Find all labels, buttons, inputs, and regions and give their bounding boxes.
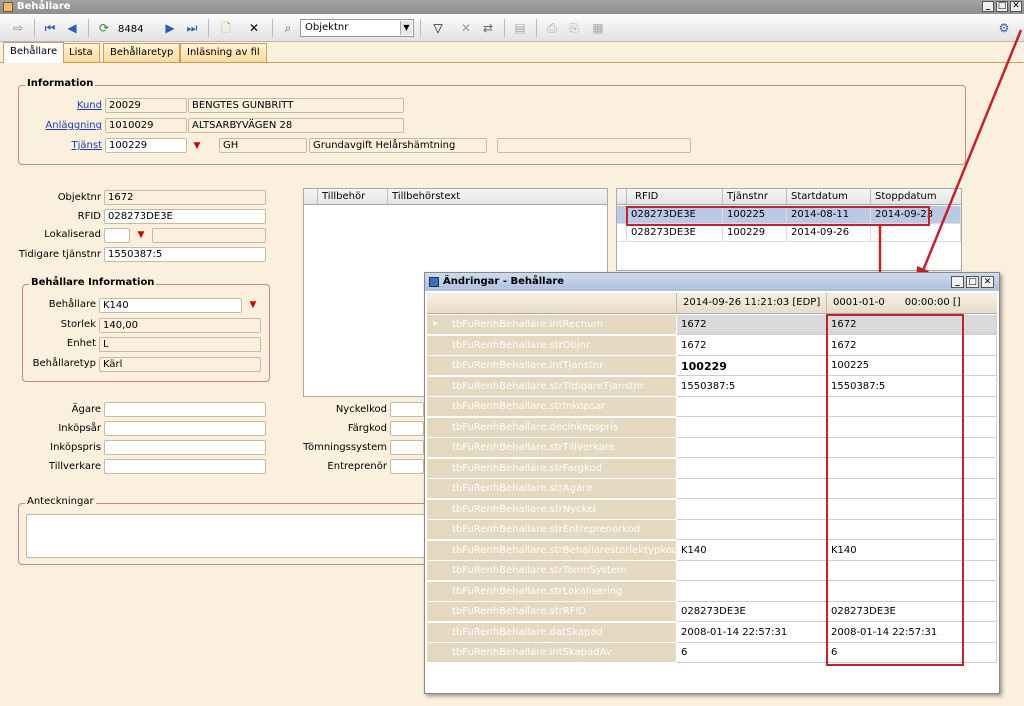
current-row-icon: ▸: [433, 318, 439, 329]
field-name-cell: tbFuRenhBehallare.strInkopsar: [427, 397, 677, 417]
highlight-old-column: [826, 314, 964, 666]
field-name-cell: tbFuRenhBehallare.intTjanstnr: [427, 356, 677, 376]
new-value-cell: 2008-01-14 22:57:31: [677, 622, 827, 643]
field-name-cell: tbFuRenhBehallare.strTomnSystem: [427, 561, 677, 581]
field-name-cell: tbFuRenhBehallare.strTidigareTjanstnr: [427, 376, 677, 397]
field-name-cell: tbFuRenhBehallare.decInkopspris: [427, 417, 677, 438]
changes-col-field: [427, 293, 677, 314]
field-name-cell: tbFuRenhBehallare.strBehallarestorlektyp…: [427, 540, 677, 561]
changes-col-new[interactable]: 2014-09-26 11:21:03 [EDP]: [677, 293, 827, 314]
new-value-cell: [677, 438, 827, 458]
new-value-cell: [677, 479, 827, 499]
field-name-cell: tbFuRenhBehallare.intRecnum: [427, 315, 677, 335]
new-value-cell: 028273DE3E: [677, 602, 827, 622]
field-name-cell: tbFuRenhBehallare.strObjnr: [427, 335, 677, 356]
new-value-cell: [677, 561, 827, 581]
field-name-cell: tbFuRenhBehallare.datSkapad: [427, 622, 677, 643]
new-value-cell: [677, 581, 827, 602]
new-value-cell: 1672: [677, 335, 827, 356]
field-name-cell: tbFuRenhBehallare.strEntreprenorkod: [427, 520, 677, 540]
changes-dialog: Ändringar - Behållare _ □ ✕ 2014-09-26 1…: [424, 272, 1000, 694]
field-name-cell: tbFuRenhBehallare.strAgare: [427, 479, 677, 499]
dialog-title: Ändringar - Behållare: [443, 276, 565, 287]
new-value-cell: 6: [677, 643, 827, 663]
new-value-cell: [677, 417, 827, 438]
field-name-cell: tbFuRenhBehallare.strLokalisering: [427, 581, 677, 602]
new-value-cell: 100229: [677, 356, 827, 376]
new-value-cell: 1672: [677, 315, 827, 335]
dialog-title-bar: Ändringar - Behållare _ □ ✕: [425, 273, 999, 291]
dialog-minimize-button[interactable]: _: [951, 276, 964, 288]
dialog-close-button[interactable]: ✕: [981, 276, 994, 288]
dialog-maximize-button[interactable]: □: [966, 276, 979, 288]
field-name-cell: tbFuRenhBehallare.strNyckel: [427, 499, 677, 520]
field-name-cell: tbFuRenhBehallare.intSkapadAv: [427, 643, 677, 663]
field-name-cell: tbFuRenhBehallare.strFargkod: [427, 458, 677, 479]
tab-behallare[interactable]: Behållare: [3, 42, 65, 63]
dialog-icon: [429, 277, 439, 287]
new-value-cell: [677, 520, 827, 540]
field-name-cell: tbFuRenhBehallare.strTillverkare: [427, 438, 677, 458]
changes-col-old[interactable]: 0001-01-0 00:00:00 []: [827, 293, 997, 314]
new-value-cell: K140: [677, 540, 827, 561]
new-value-cell: [677, 397, 827, 417]
new-value-cell: 1550387:5: [677, 376, 827, 397]
field-name-cell: tbFuRenhBehallare.strRFID: [427, 602, 677, 622]
new-value-cell: [677, 458, 827, 479]
new-value-cell: [677, 499, 827, 520]
